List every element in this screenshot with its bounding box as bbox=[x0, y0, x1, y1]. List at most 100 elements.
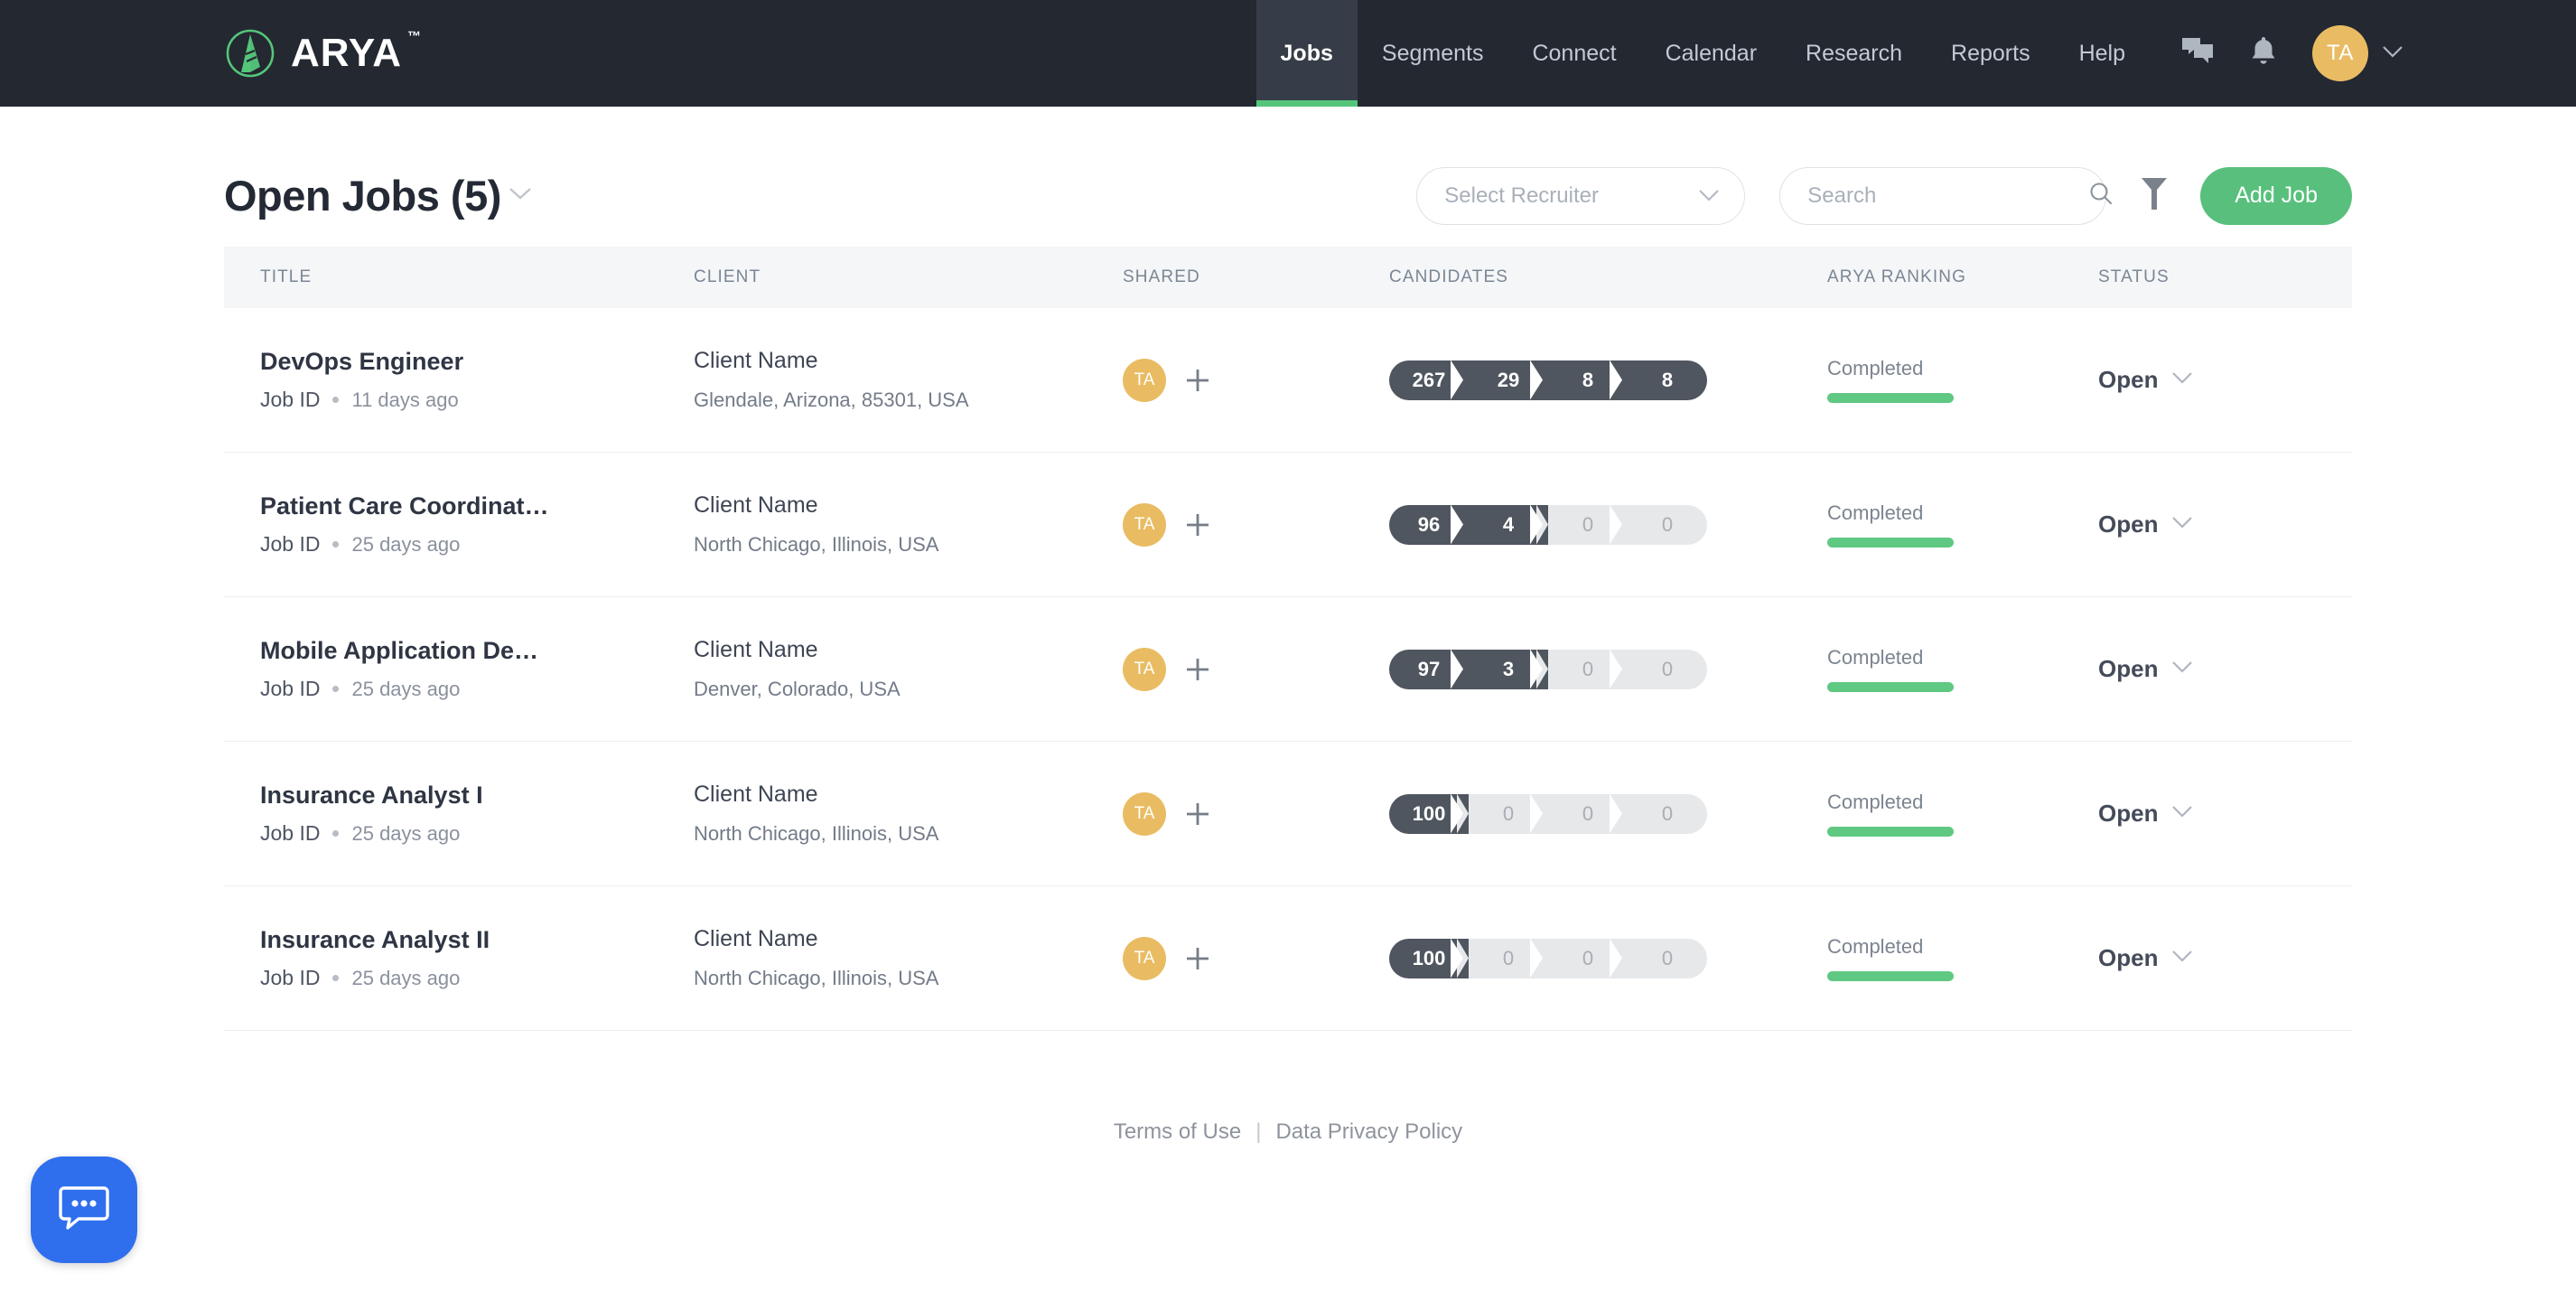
plus-icon[interactable] bbox=[1182, 365, 1213, 396]
job-title-cell: Patient Care Coordinat… Job ID25 days ago bbox=[224, 492, 694, 557]
chevron-down-icon bbox=[2170, 370, 2194, 389]
nav-item-segments[interactable]: Segments bbox=[1358, 0, 1508, 107]
candidate-pipeline: 96400 bbox=[1389, 505, 1827, 545]
plus-icon[interactable] bbox=[1182, 510, 1213, 540]
candidate-pipeline: 100000 bbox=[1389, 794, 1827, 834]
shared-avatar[interactable]: TA bbox=[1123, 503, 1166, 547]
job-id-label: Job ID bbox=[260, 966, 320, 990]
brand-logo[interactable]: ARYA™ bbox=[0, 0, 402, 107]
trademark-symbol: ™ bbox=[407, 30, 422, 43]
search-box[interactable] bbox=[1779, 167, 2106, 225]
nav-label: Connect bbox=[1532, 41, 1616, 67]
meta-separator-dot bbox=[332, 397, 339, 403]
nav-item-reports[interactable]: Reports bbox=[1927, 0, 2055, 107]
arya-ranking-cell: Completed bbox=[1827, 501, 2098, 548]
chat-widget-button[interactable] bbox=[31, 1156, 137, 1263]
table-row[interactable]: Insurance Analyst IJob ID25 days agoClie… bbox=[224, 742, 2352, 886]
status-badge: Open bbox=[2098, 655, 2158, 683]
shared-avatar[interactable]: TA bbox=[1123, 792, 1166, 836]
client-location: Glendale, Arizona, 85301, USA bbox=[694, 389, 1123, 412]
page-header: Open Jobs (5) Select Recruiter bbox=[224, 107, 2352, 247]
table-row[interactable]: Insurance Analyst IIJob ID25 days agoCli… bbox=[224, 886, 2352, 1031]
status-badge: Open bbox=[2098, 944, 2158, 972]
status-cell[interactable]: Open bbox=[2098, 366, 2333, 394]
status-cell[interactable]: Open bbox=[2098, 510, 2333, 538]
search-input[interactable] bbox=[1807, 183, 2087, 209]
table-row[interactable]: DevOps Engineer Job ID11 days agoClient N… bbox=[224, 308, 2352, 453]
pipeline-segment[interactable]: 0 bbox=[1628, 650, 1707, 689]
search-icon[interactable] bbox=[2087, 180, 2114, 211]
candidates-cell: 100000 bbox=[1389, 794, 1827, 834]
column-header-title: TITLE bbox=[224, 267, 694, 287]
pipeline-segment[interactable]: 0 bbox=[1628, 794, 1707, 834]
ranking-status-label: Completed bbox=[1827, 357, 2098, 380]
shared-avatar[interactable]: TA bbox=[1123, 359, 1166, 402]
job-meta: Job ID 25 days ago bbox=[260, 821, 694, 846]
nav-item-help[interactable]: Help bbox=[2055, 0, 2150, 107]
add-job-button[interactable]: Add Job bbox=[2200, 167, 2352, 225]
recruiter-select[interactable]: Select Recruiter bbox=[1416, 167, 1745, 225]
client-cell: Client NameNorth Chicago, Illinois, USA bbox=[694, 492, 1123, 557]
chevron-down-icon bbox=[1697, 183, 1721, 209]
pipeline-segment[interactable]: 8 bbox=[1628, 360, 1707, 400]
page-title: Open Jobs (5) bbox=[224, 171, 501, 220]
job-title[interactable]: Insurance Analyst II bbox=[260, 926, 585, 954]
chevron-down-icon bbox=[2170, 949, 2194, 968]
job-title-cell: Mobile Application De…Job ID25 days ago bbox=[224, 637, 694, 701]
ranking-progress-bar bbox=[1827, 827, 1954, 837]
candidates-cell: 2672988 bbox=[1389, 360, 1827, 400]
ranking-progress-bar bbox=[1827, 538, 1954, 548]
job-age: 25 days ago bbox=[351, 678, 460, 701]
client-cell: Client Name Denver, Colorado, USA bbox=[694, 637, 1123, 701]
job-title[interactable]: Insurance Analyst I bbox=[260, 782, 585, 810]
candidates-cell: 100000 bbox=[1389, 939, 1827, 978]
table-header-row: TITLE CLIENT SHARED CANDIDATES ARYA RANK… bbox=[224, 247, 2352, 308]
candidate-pipeline: 97300 bbox=[1389, 650, 1827, 689]
plus-icon[interactable] bbox=[1182, 654, 1213, 685]
nav-item-research[interactable]: Research bbox=[1781, 0, 1927, 107]
client-name: Client Name bbox=[694, 637, 1123, 663]
job-title-cell: Insurance Analyst I Job ID 25 days ago bbox=[224, 782, 694, 846]
status-cell[interactable]: Open bbox=[2098, 944, 2333, 972]
status-cell[interactable]: Open bbox=[2098, 800, 2333, 828]
status-cell[interactable]: Open bbox=[2098, 655, 2333, 683]
nav-item-jobs[interactable]: Jobs bbox=[1256, 0, 1358, 107]
nav-menu: Jobs Segments Connect Calendar Research … bbox=[1256, 0, 2150, 107]
ranking-progress-bar bbox=[1827, 682, 1954, 692]
table-row[interactable]: Mobile Application De…Job ID25 days agoC… bbox=[224, 597, 2352, 742]
terms-of-use-link[interactable]: Terms of Use bbox=[1114, 1119, 1241, 1145]
job-age: 25 days ago bbox=[351, 822, 460, 846]
user-menu[interactable]: TA bbox=[2312, 25, 2404, 81]
job-id-label: Job ID bbox=[260, 821, 320, 846]
job-title[interactable]: Mobile Application De… bbox=[260, 637, 585, 665]
plus-icon[interactable] bbox=[1182, 943, 1213, 974]
shared-avatar[interactable]: TA bbox=[1123, 937, 1166, 980]
nav-label: Research bbox=[1806, 41, 1902, 67]
nav-label: Reports bbox=[1951, 41, 2030, 67]
job-meta: Job ID25 days ago bbox=[260, 532, 694, 557]
job-meta: Job ID11 days ago bbox=[260, 388, 694, 412]
plus-icon[interactable] bbox=[1182, 799, 1213, 829]
pipeline-segment[interactable]: 0 bbox=[1628, 939, 1707, 978]
table-row[interactable]: Patient Care Coordinat… Job ID25 days ago… bbox=[224, 453, 2352, 597]
shared-avatar[interactable]: TA bbox=[1123, 648, 1166, 691]
nav-item-connect[interactable]: Connect bbox=[1507, 0, 1640, 107]
client-cell: Client NameNorth Chicago, Illinois, USA bbox=[694, 926, 1123, 990]
chevron-down-icon[interactable] bbox=[507, 184, 534, 208]
nav-icon-group: TA bbox=[2150, 0, 2576, 107]
data-privacy-policy-link[interactable]: Data Privacy Policy bbox=[1275, 1119, 1462, 1145]
notifications-bell-icon[interactable] bbox=[2249, 35, 2278, 72]
chevron-down-icon bbox=[2170, 515, 2194, 534]
client-name: Client Name bbox=[694, 926, 1123, 952]
column-header-status: STATUS bbox=[2098, 267, 2333, 287]
pipeline-segment[interactable]: 0 bbox=[1628, 505, 1707, 545]
filter-button[interactable] bbox=[2139, 174, 2170, 217]
client-cell: Client NameGlendale, Arizona, 85301, USA bbox=[694, 348, 1123, 412]
nav-label: Segments bbox=[1382, 41, 1484, 67]
nav-item-calendar[interactable]: Calendar bbox=[1641, 0, 1781, 107]
job-title[interactable]: DevOps Engineer bbox=[260, 348, 585, 376]
client-location: Denver, Colorado, USA bbox=[694, 678, 1123, 701]
jobs-table: TITLE CLIENT SHARED CANDIDATES ARYA RANK… bbox=[224, 247, 2352, 1031]
chat-icon[interactable] bbox=[2180, 36, 2215, 71]
job-title[interactable]: Patient Care Coordinat… bbox=[260, 492, 585, 520]
